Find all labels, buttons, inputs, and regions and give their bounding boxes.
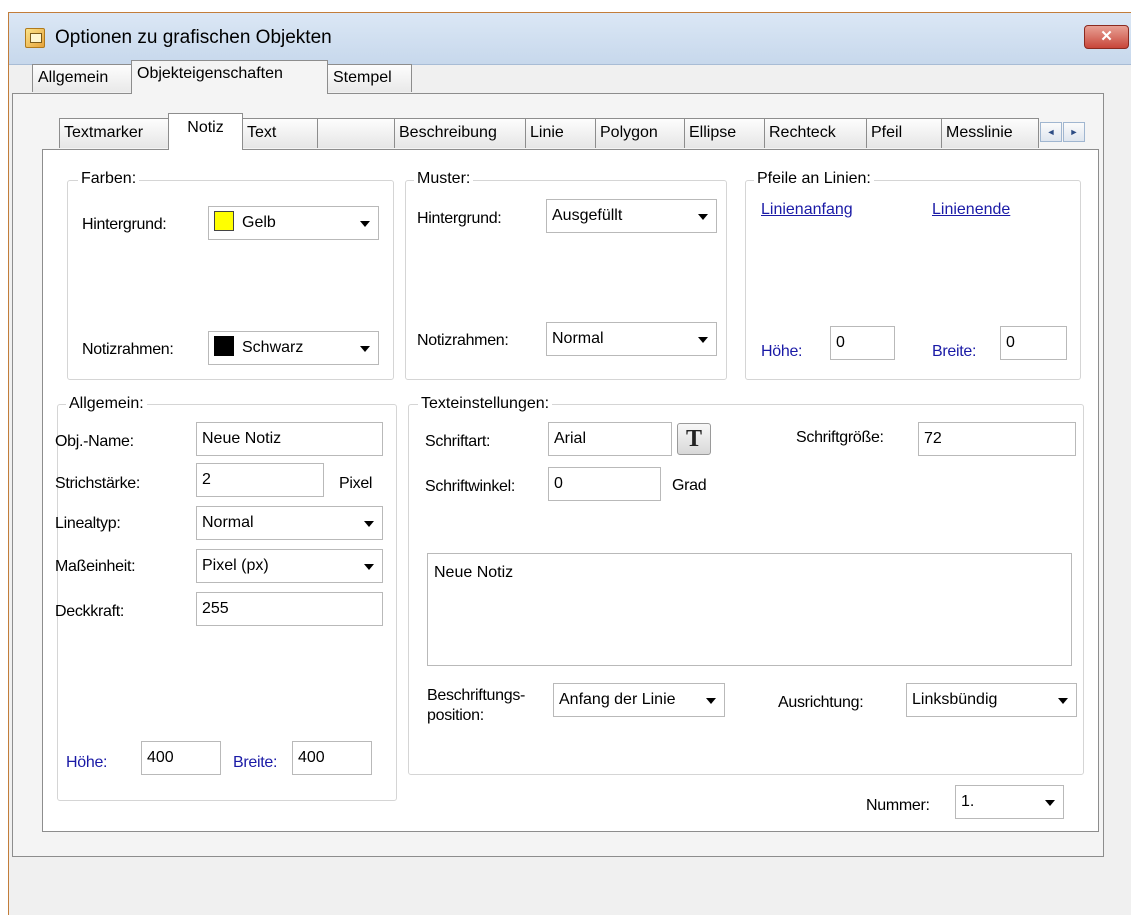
muster-hintergrund-value: Ausgefüllt (552, 207, 623, 224)
linealtyp-label: Linealtyp: (55, 515, 121, 532)
schriftwinkel-label: Schriftwinkel: (425, 478, 516, 495)
farben-legend: Farben: (78, 170, 140, 188)
schriftgroesse-label: Schriftgröße: (796, 429, 884, 446)
schriftwinkel-unit: Grad (672, 477, 707, 494)
tab-objekteigenschaften[interactable]: Objekteigenschaften (131, 60, 328, 94)
linienende-link[interactable]: Linienende (932, 201, 1010, 219)
font-picker-button[interactable]: T (677, 423, 711, 455)
tab-scroll-left-icon[interactable]: ◄ (1040, 122, 1062, 142)
allgemein-breite-input[interactable]: 400 (292, 741, 372, 775)
tab-pfeil[interactable]: Pfeil (866, 118, 942, 148)
deckkraft-input[interactable]: 255 (196, 592, 383, 626)
muster-hintergrund-select[interactable]: Ausgefüllt (546, 199, 717, 233)
ausrichtung-select[interactable]: Linksbündig (906, 683, 1077, 717)
schriftart-input[interactable]: Arial (548, 422, 672, 456)
beschriftungsposition-select[interactable]: Anfang der Linie (553, 683, 725, 717)
muster-notizrahmen-select[interactable]: Normal (546, 322, 717, 356)
allgemein-legend: Allgemein: (66, 395, 147, 413)
notiz-text-area[interactable]: Neue Notiz (427, 553, 1072, 666)
pfeile-breite-input[interactable]: 0 (1000, 326, 1067, 360)
tab-allgemein[interactable]: Allgemein (32, 64, 132, 92)
farben-notizrahmen-select[interactable]: Schwarz (208, 331, 379, 365)
pfeile-legend: Pfeile an Linien: (754, 170, 874, 188)
linienanfang-link[interactable]: Linienanfang (761, 201, 853, 219)
beschriftungsposition-value: Anfang der Linie (559, 691, 676, 708)
tab-textmarker[interactable]: Textmarker (59, 118, 169, 148)
tab-stempel[interactable]: Stempel (327, 64, 412, 92)
tab-linie[interactable]: Linie (525, 118, 596, 148)
pfeile-hoehe-label: Höhe: (761, 343, 803, 360)
tab-scroll-right-icon[interactable]: ► (1063, 122, 1085, 142)
tab-polygon[interactable]: Polygon (595, 118, 685, 148)
tab-blank[interactable] (317, 118, 395, 148)
muster-notizrahmen-value: Normal (552, 330, 604, 347)
allgemein-breite-label: Breite: (233, 754, 278, 771)
tab-scroll-buttons: ◄ ► (1040, 122, 1088, 144)
deckkraft-label: Deckkraft: (55, 603, 125, 620)
nummer-label: Nummer: (866, 797, 930, 814)
pfeile-breite-label: Breite: (932, 343, 977, 360)
allgemein-hoehe-input[interactable]: 400 (141, 741, 221, 775)
chevron-down-icon (360, 221, 370, 227)
beschriftungsposition-label: Beschriftungs- position: (427, 686, 525, 726)
strichstaerke-label: Strichstärke: (55, 475, 141, 492)
yellow-swatch-icon (214, 211, 234, 232)
beschriftungsposition-label-line2: position: (427, 707, 484, 724)
chevron-down-icon (364, 521, 374, 527)
title-bar[interactable]: Optionen zu grafischen Objekten ✕ (9, 13, 1131, 65)
tab-messlinie[interactable]: Messlinie (941, 118, 1039, 148)
nummer-select[interactable]: 1. (955, 785, 1064, 819)
window-title: Optionen zu grafischen Objekten (55, 27, 332, 48)
schriftgroesse-input[interactable]: 72 (918, 422, 1076, 456)
strichstaerke-input[interactable]: 2 (196, 463, 324, 497)
muster-hintergrund-label: Hintergrund: (417, 210, 502, 227)
muster-notizrahmen-label: Notizrahmen: (417, 332, 509, 349)
farben-hintergrund-select[interactable]: Gelb (208, 206, 379, 240)
chevron-down-icon (1045, 800, 1055, 806)
schriftwinkel-input[interactable]: 0 (548, 467, 661, 501)
beschriftungsposition-label-line1: Beschriftungs- (427, 687, 526, 704)
objname-input[interactable]: Neue Notiz (196, 422, 383, 456)
objname-label: Obj.-Name: (55, 433, 134, 450)
chevron-down-icon (698, 214, 708, 220)
tab-ellipse[interactable]: Ellipse (684, 118, 765, 148)
strichstaerke-unit: Pixel (339, 475, 373, 492)
masseinheit-value: Pixel (px) (202, 557, 269, 574)
muster-legend: Muster: (414, 170, 474, 188)
ausrichtung-label: Ausrichtung: (778, 694, 864, 711)
tab-beschreibung[interactable]: Beschreibung (394, 118, 526, 148)
linealtyp-select[interactable]: Normal (196, 506, 383, 540)
farben-notizrahmen-value: Schwarz (242, 339, 304, 356)
nummer-value: 1. (961, 793, 975, 810)
schriftart-label: Schriftart: (425, 433, 491, 450)
app-icon (25, 28, 45, 48)
chevron-down-icon (364, 564, 374, 570)
chevron-down-icon (706, 698, 716, 704)
masseinheit-select[interactable]: Pixel (px) (196, 549, 383, 583)
texteinstellungen-legend: Texteinstellungen: (418, 395, 553, 413)
close-button[interactable]: ✕ (1084, 25, 1129, 49)
tab-notiz[interactable]: Notiz (168, 113, 243, 150)
chevron-down-icon (1058, 698, 1068, 704)
farben-hintergrund-label: Hintergrund: (82, 216, 167, 233)
farben-hintergrund-value: Gelb (242, 214, 276, 231)
linealtyp-value: Normal (202, 514, 254, 531)
ausrichtung-value: Linksbündig (912, 691, 998, 708)
chevron-down-icon (360, 346, 370, 352)
chevron-down-icon (698, 337, 708, 343)
black-swatch-icon (214, 336, 234, 357)
pfeile-hoehe-input[interactable]: 0 (830, 326, 895, 360)
allgemein-hoehe-label: Höhe: (66, 754, 108, 771)
farben-notizrahmen-label: Notizrahmen: (82, 341, 174, 358)
tab-rechteck[interactable]: Rechteck (764, 118, 867, 148)
masseinheit-label: Maßeinheit: (55, 558, 136, 575)
tab-text[interactable]: Text (242, 118, 318, 148)
